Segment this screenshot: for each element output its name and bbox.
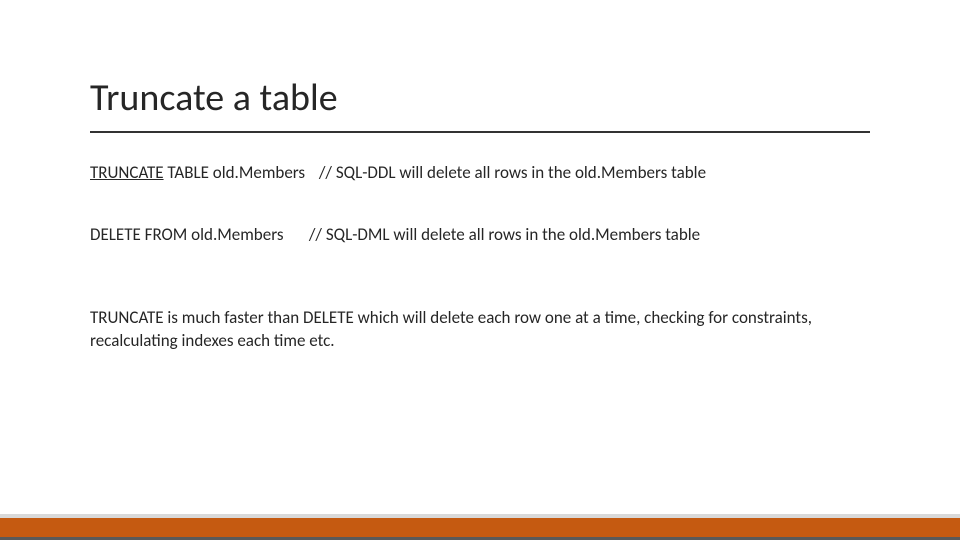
truncate-rest: TABLE old.Members: [164, 162, 306, 183]
code-line-truncate: TRUNCATE TABLE old.Members // SQL-DDL wi…: [90, 161, 870, 185]
explanation-paragraph: TRUNCATE is much faster than DELETE whic…: [90, 307, 870, 353]
truncate-keyword: TRUNCATE: [90, 162, 164, 183]
slide-title: Truncate a table: [90, 75, 870, 133]
slide-container: Truncate a table TRUNCATE TABLE old.Memb…: [0, 0, 960, 540]
delete-comment: // SQL-DML will delete all rows in the o…: [309, 224, 700, 245]
delete-cmd: DELETE FROM old.Members: [90, 223, 305, 247]
footer-bar-orange: [0, 518, 960, 537]
slide-footer: [0, 514, 960, 540]
code-line-delete: DELETE FROM old.Members // SQL-DML will …: [90, 223, 870, 247]
truncate-comment: // SQL-DDL will delete all rows in the o…: [319, 162, 706, 183]
